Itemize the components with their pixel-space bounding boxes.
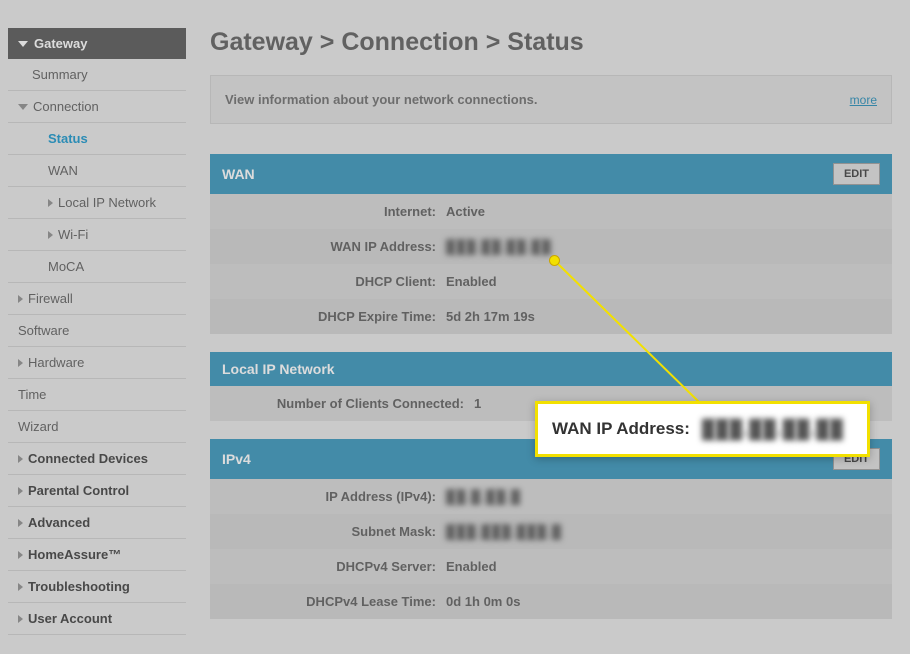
breadcrumb: Gateway > Connection > Status — [210, 28, 892, 57]
sidebar-item-label: WAN — [48, 163, 78, 178]
row-label: IP Address (IPv4): — [224, 489, 446, 504]
row-label: WAN IP Address: — [224, 239, 446, 254]
row-dhcpv4-server: DHCPv4 Server: Enabled — [210, 549, 892, 584]
chevron-right-icon — [18, 519, 23, 527]
row-label: Number of Clients Connected: — [224, 396, 474, 411]
edit-button[interactable]: EDIT — [833, 163, 880, 185]
chevron-right-icon — [18, 487, 23, 495]
sidebar-item-label: Connection — [33, 99, 99, 114]
sidebar-item-label: Firewall — [28, 291, 73, 306]
callout-label: WAN IP Address: — [552, 419, 690, 439]
sidebar-item-wan[interactable]: WAN — [8, 155, 186, 187]
sidebar-header-gateway[interactable]: Gateway — [8, 28, 186, 59]
chevron-right-icon — [18, 295, 23, 303]
chevron-right-icon — [18, 359, 23, 367]
row-label: Internet: — [224, 204, 446, 219]
row-ipv4-address: IP Address (IPv4): ██.█.██.█ — [210, 479, 892, 514]
sidebar-section-homeassure[interactable]: HomeAssure™ — [8, 539, 186, 571]
chevron-right-icon — [18, 615, 23, 623]
row-value: 0d 1h 0m 0s — [446, 594, 520, 609]
sidebar-item-local-ip[interactable]: Local IP Network — [8, 187, 186, 219]
sidebar-item-firewall[interactable]: Firewall — [8, 283, 186, 315]
panel-ipv4: IPv4 EDIT IP Address (IPv4): ██.█.██.█ S… — [210, 439, 892, 619]
sidebar-header-label: Gateway — [34, 36, 87, 51]
chevron-down-icon — [18, 41, 28, 47]
row-dhcp-client: DHCP Client: Enabled — [210, 264, 892, 299]
sidebar-item-connection[interactable]: Connection — [8, 91, 186, 123]
sidebar-item-label: Troubleshooting — [28, 579, 130, 594]
sidebar-item-label: User Account — [28, 611, 112, 626]
sidebar-item-software[interactable]: Software — [8, 315, 186, 347]
chevron-down-icon — [18, 104, 28, 110]
sidebar-item-label: Time — [18, 387, 46, 402]
sidebar-section-user-account[interactable]: User Account — [8, 603, 186, 635]
chevron-right-icon — [48, 199, 53, 207]
panel-title: Local IP Network — [222, 361, 335, 377]
sidebar-item-label: Parental Control — [28, 483, 129, 498]
sidebar-item-label: Local IP Network — [58, 195, 156, 210]
info-bar: View information about your network conn… — [210, 75, 892, 124]
row-dhcp-expire: DHCP Expire Time: 5d 2h 17m 19s — [210, 299, 892, 334]
sidebar-item-label: Software — [18, 323, 69, 338]
chevron-right-icon — [18, 583, 23, 591]
sidebar-item-label: Wi-Fi — [58, 227, 88, 242]
sidebar-item-label: Wizard — [18, 419, 58, 434]
sidebar-item-wizard[interactable]: Wizard — [8, 411, 186, 443]
callout-dot — [549, 255, 560, 266]
row-label: DHCP Client: — [224, 274, 446, 289]
sidebar-section-parental-control[interactable]: Parental Control — [8, 475, 186, 507]
row-label: DHCPv4 Lease Time: — [224, 594, 446, 609]
sidebar-item-label: HomeAssure™ — [28, 547, 121, 562]
sidebar-item-label: Connected Devices — [28, 451, 148, 466]
callout-wan-ip: WAN IP Address: ███.██.██.██ — [535, 401, 870, 457]
row-value: Enabled — [446, 274, 497, 289]
sidebar-item-status[interactable]: Status — [8, 123, 186, 155]
panel-wan: WAN EDIT Internet: Active WAN IP Address… — [210, 154, 892, 334]
chevron-right-icon — [18, 455, 23, 463]
row-value: Active — [446, 204, 485, 219]
row-label: DHCP Expire Time: — [224, 309, 446, 324]
sidebar-item-summary[interactable]: Summary — [8, 59, 186, 91]
row-internet: Internet: Active — [210, 194, 892, 229]
row-label: Subnet Mask: — [224, 524, 446, 539]
row-label: DHCPv4 Server: — [224, 559, 446, 574]
callout-value-redacted: ███.██.██.██ — [702, 419, 844, 440]
panel-title: WAN — [222, 166, 255, 182]
sidebar-item-label: Hardware — [28, 355, 84, 370]
sidebar-item-label: MoCA — [48, 259, 84, 274]
more-link[interactable]: more — [850, 93, 877, 107]
main-content: Gateway > Connection > Status View infor… — [186, 28, 910, 637]
row-value-redacted: ███.██.██.██ — [446, 239, 552, 254]
row-value-redacted: ██.█.██.█ — [446, 489, 521, 504]
panel-header-lan: Local IP Network — [210, 352, 892, 386]
sidebar-item-time[interactable]: Time — [8, 379, 186, 411]
sidebar-section-advanced[interactable]: Advanced — [8, 507, 186, 539]
sidebar-item-label: Advanced — [28, 515, 90, 530]
sidebar-item-wifi[interactable]: Wi-Fi — [8, 219, 186, 251]
sidebar: Gateway Summary Connection Status WAN Lo… — [0, 28, 186, 637]
panel-header-wan: WAN EDIT — [210, 154, 892, 194]
row-dhcpv4-lease: DHCPv4 Lease Time: 0d 1h 0m 0s — [210, 584, 892, 619]
sidebar-section-troubleshooting[interactable]: Troubleshooting — [8, 571, 186, 603]
row-value: 5d 2h 17m 19s — [446, 309, 535, 324]
info-bar-text: View information about your network conn… — [225, 92, 538, 107]
sidebar-item-label: Summary — [32, 67, 88, 82]
row-value: 1 — [474, 396, 481, 411]
row-subnet-mask: Subnet Mask: ███.███.███.█ — [210, 514, 892, 549]
chevron-right-icon — [48, 231, 53, 239]
chevron-right-icon — [18, 551, 23, 559]
sidebar-item-label: Status — [48, 131, 88, 146]
sidebar-section-connected-devices[interactable]: Connected Devices — [8, 443, 186, 475]
sidebar-item-moca[interactable]: MoCA — [8, 251, 186, 283]
row-value-redacted: ███.███.███.█ — [446, 524, 562, 539]
panel-title: IPv4 — [222, 451, 251, 467]
row-value: Enabled — [446, 559, 497, 574]
sidebar-item-hardware[interactable]: Hardware — [8, 347, 186, 379]
